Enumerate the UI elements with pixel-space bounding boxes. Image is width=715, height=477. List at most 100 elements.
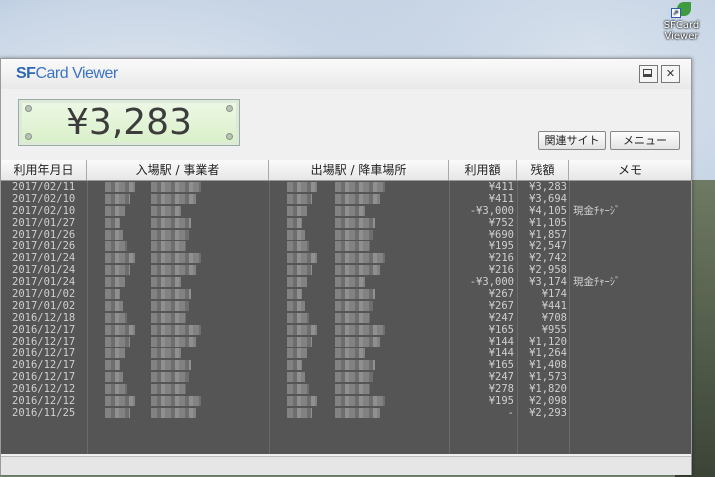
redacted-entry-line xyxy=(105,360,120,371)
table-row[interactable]: 2017/02/11 ¥411 ¥3,283 xyxy=(1,181,691,193)
cell-date: 2017/01/02 xyxy=(12,299,76,312)
cell-date: 2017/01/24 xyxy=(12,264,76,277)
redacted-exit-station xyxy=(335,241,370,252)
cell-balance: ¥441 xyxy=(541,299,567,312)
cell-balance: ¥3,694 xyxy=(529,192,567,205)
cell-amount: ¥278 xyxy=(488,383,514,396)
redacted-entry-line xyxy=(105,265,130,276)
redacted-entry-line xyxy=(105,193,130,204)
redacted-exit-station xyxy=(335,277,365,288)
cell-amount: ¥216 xyxy=(488,252,514,265)
cell-date: 2016/12/17 xyxy=(12,347,76,360)
redacted-exit-station xyxy=(335,372,373,383)
cell-amount: -¥3,000 xyxy=(469,276,514,289)
redacted-entry-line xyxy=(105,312,127,323)
redacted-entry-station xyxy=(151,193,196,204)
header-balance[interactable]: 残額 xyxy=(517,160,569,180)
table-row[interactable]: 2016/12/17 ¥165 ¥955 xyxy=(1,324,691,336)
cell-date: 2017/01/27 xyxy=(12,216,76,229)
redacted-entry-station xyxy=(151,336,196,347)
redacted-entry-station xyxy=(151,300,189,311)
table-row[interactable]: 2016/12/12 ¥278 ¥1,820 xyxy=(1,383,691,395)
redacted-entry-station xyxy=(151,407,196,418)
table-row[interactable]: 2017/01/02 ¥267 ¥441 xyxy=(1,300,691,312)
redacted-exit-station xyxy=(335,384,370,395)
window-minimize-icon xyxy=(643,69,652,77)
table-row[interactable]: 2016/12/17 ¥144 ¥1,264 xyxy=(1,347,691,359)
redacted-entry-station xyxy=(151,360,191,371)
header-exit-station[interactable]: 出場駅 / 降車場所 xyxy=(269,160,449,180)
balance-value: ¥3,283 xyxy=(66,102,192,143)
table-row[interactable]: 2017/01/24 ¥216 ¥2,742 xyxy=(1,252,691,264)
redacted-exit-line xyxy=(287,277,307,288)
redacted-entry-line xyxy=(105,182,135,192)
cell-amount: -¥3,000 xyxy=(469,204,514,217)
redacted-entry-line xyxy=(105,217,120,228)
cell-balance: ¥4,105 xyxy=(529,204,567,217)
redacted-exit-station xyxy=(335,193,380,204)
redacted-exit-line xyxy=(287,396,317,407)
cell-date: 2017/01/24 xyxy=(12,252,76,265)
cell-balance: ¥1,857 xyxy=(529,228,567,241)
table-row[interactable]: 2017/01/24 ¥216 ¥2,958 xyxy=(1,264,691,276)
table-row[interactable]: 2016/12/17 ¥165 ¥1,408 xyxy=(1,359,691,371)
table-row[interactable]: 2016/12/17 ¥247 ¥1,573 xyxy=(1,371,691,383)
cell-balance: ¥2,293 xyxy=(529,406,567,419)
redacted-exit-station xyxy=(335,182,385,192)
redacted-entry-line xyxy=(105,253,135,264)
redacted-exit-line xyxy=(287,265,312,276)
table-row[interactable]: 2016/12/18 ¥247 ¥708 xyxy=(1,312,691,324)
cell-balance: ¥2,958 xyxy=(529,264,567,277)
redacted-entry-line xyxy=(105,324,135,335)
table-row[interactable]: 2017/01/02 ¥267 ¥174 xyxy=(1,288,691,300)
desktop-shortcut-label: SFCard Viewer xyxy=(663,20,700,42)
cell-amount: ¥216 xyxy=(488,264,514,277)
minimize-button[interactable] xyxy=(639,65,658,83)
redacted-entry-line xyxy=(105,229,123,240)
cell-memo: 現金ﾁｬｰｼﾞ xyxy=(573,204,621,217)
balance-display: ¥3,283 xyxy=(18,99,240,146)
redacted-entry-line xyxy=(105,289,120,300)
cell-date: 2017/02/11 xyxy=(12,181,76,193)
menu-button[interactable]: メニュー xyxy=(610,131,680,150)
redacted-entry-line xyxy=(105,241,127,252)
table-row[interactable]: 2016/11/25 - ¥2,293 xyxy=(1,407,691,419)
cell-amount: ¥195 xyxy=(488,395,514,408)
related-sites-button[interactable]: 関連サイト xyxy=(538,131,606,150)
redacted-entry-station xyxy=(151,217,191,228)
desktop-shortcut-sfcard-viewer[interactable]: ↗ SFCard Viewer xyxy=(648,2,715,42)
redacted-entry-station xyxy=(151,265,196,276)
cell-date: 2017/01/24 xyxy=(12,276,76,289)
close-button[interactable]: ✕ xyxy=(661,65,680,83)
redacted-exit-station xyxy=(335,205,365,216)
table-row[interactable]: 2017/01/26 ¥690 ¥1,857 xyxy=(1,229,691,241)
table-row[interactable]: 2017/01/26 ¥195 ¥2,547 xyxy=(1,240,691,252)
table-header: 利用年月日 入場駅 / 事業者 出場駅 / 降車場所 利用額 残額 メモ xyxy=(1,160,691,181)
header-date[interactable]: 利用年月日 xyxy=(1,160,87,180)
cell-date: 2016/12/17 xyxy=(12,335,76,348)
cell-amount: ¥411 xyxy=(488,181,514,193)
redacted-exit-station xyxy=(335,396,385,407)
cell-balance: ¥2,547 xyxy=(529,240,567,253)
table-row[interactable]: 2017/01/24 -¥3,000 ¥3,174 現金ﾁｬｰｼﾞ xyxy=(1,276,691,288)
sfcard-viewer-app-icon: ↗ xyxy=(670,2,693,18)
redacted-exit-station xyxy=(335,312,370,323)
cell-amount: ¥165 xyxy=(488,323,514,336)
redacted-exit-line xyxy=(287,289,302,300)
header-entry-station[interactable]: 入場駅 / 事業者 xyxy=(87,160,269,180)
table-row[interactable]: 2017/01/27 ¥752 ¥1,105 xyxy=(1,217,691,229)
header-memo[interactable]: メモ xyxy=(569,160,691,180)
titlebar[interactable]: SFCard Viewer ✕ xyxy=(1,59,691,89)
header-amount[interactable]: 利用額 xyxy=(449,160,517,180)
table-row[interactable]: 2017/02/10 ¥411 ¥3,694 xyxy=(1,193,691,205)
cell-amount: ¥267 xyxy=(488,288,514,301)
cell-date: 2016/12/18 xyxy=(12,311,76,324)
redacted-exit-station xyxy=(335,360,375,371)
redacted-entry-line xyxy=(105,205,125,216)
table-row[interactable]: 2017/02/10 -¥3,000 ¥4,105 現金ﾁｬｰｼﾞ xyxy=(1,205,691,217)
redacted-entry-station xyxy=(151,384,186,395)
table-row[interactable]: 2016/12/17 ¥144 ¥1,120 xyxy=(1,336,691,348)
redacted-exit-line xyxy=(287,348,307,359)
cell-balance: ¥955 xyxy=(541,323,567,336)
table-row[interactable]: 2016/12/12 ¥195 ¥2,098 xyxy=(1,395,691,407)
